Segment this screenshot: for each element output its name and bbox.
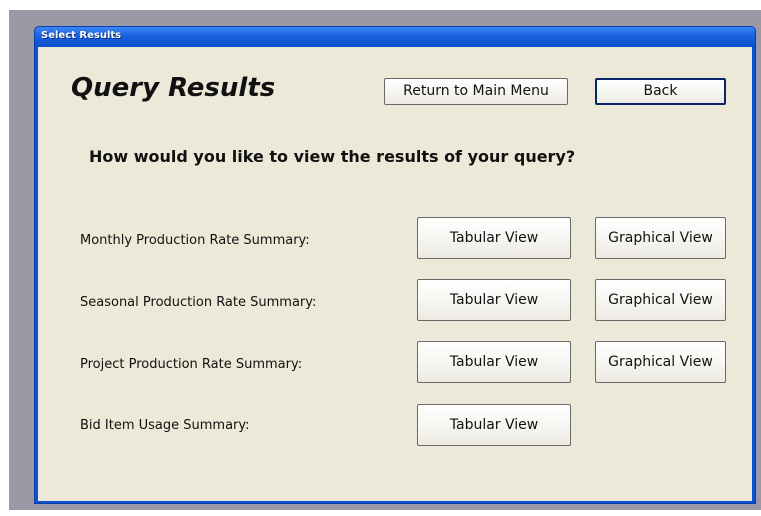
window-titlebar[interactable]: Select Results [35,27,755,47]
project-production-rate-label: Project Production Rate Summary: [80,357,303,372]
bid-item-usage-label: Bid Item Usage Summary: [80,418,250,433]
monthly-tabular-view-button[interactable]: Tabular View [417,217,571,259]
select-results-window: Select Results Query Results Return to M… [34,26,756,504]
seasonal-tabular-view-button[interactable]: Tabular View [417,279,571,321]
view-prompt: How would you like to view the results o… [89,147,576,166]
page-title: Query Results [71,73,276,103]
window-client-area: Query Results Return to Main Menu Back H… [38,47,752,501]
back-button[interactable]: Back [595,78,726,105]
project-tabular-view-button[interactable]: Tabular View [417,341,571,383]
monthly-graphical-view-button[interactable]: Graphical View [595,217,726,259]
window-title: Select Results [41,30,122,41]
seasonal-production-rate-label: Seasonal Production Rate Summary: [80,295,317,310]
monthly-production-rate-label: Monthly Production Rate Summary: [80,233,310,248]
bid-item-tabular-view-button[interactable]: Tabular View [417,404,571,446]
seasonal-graphical-view-button[interactable]: Graphical View [595,279,726,321]
return-to-main-menu-button[interactable]: Return to Main Menu [384,78,568,105]
project-graphical-view-button[interactable]: Graphical View [595,341,726,383]
